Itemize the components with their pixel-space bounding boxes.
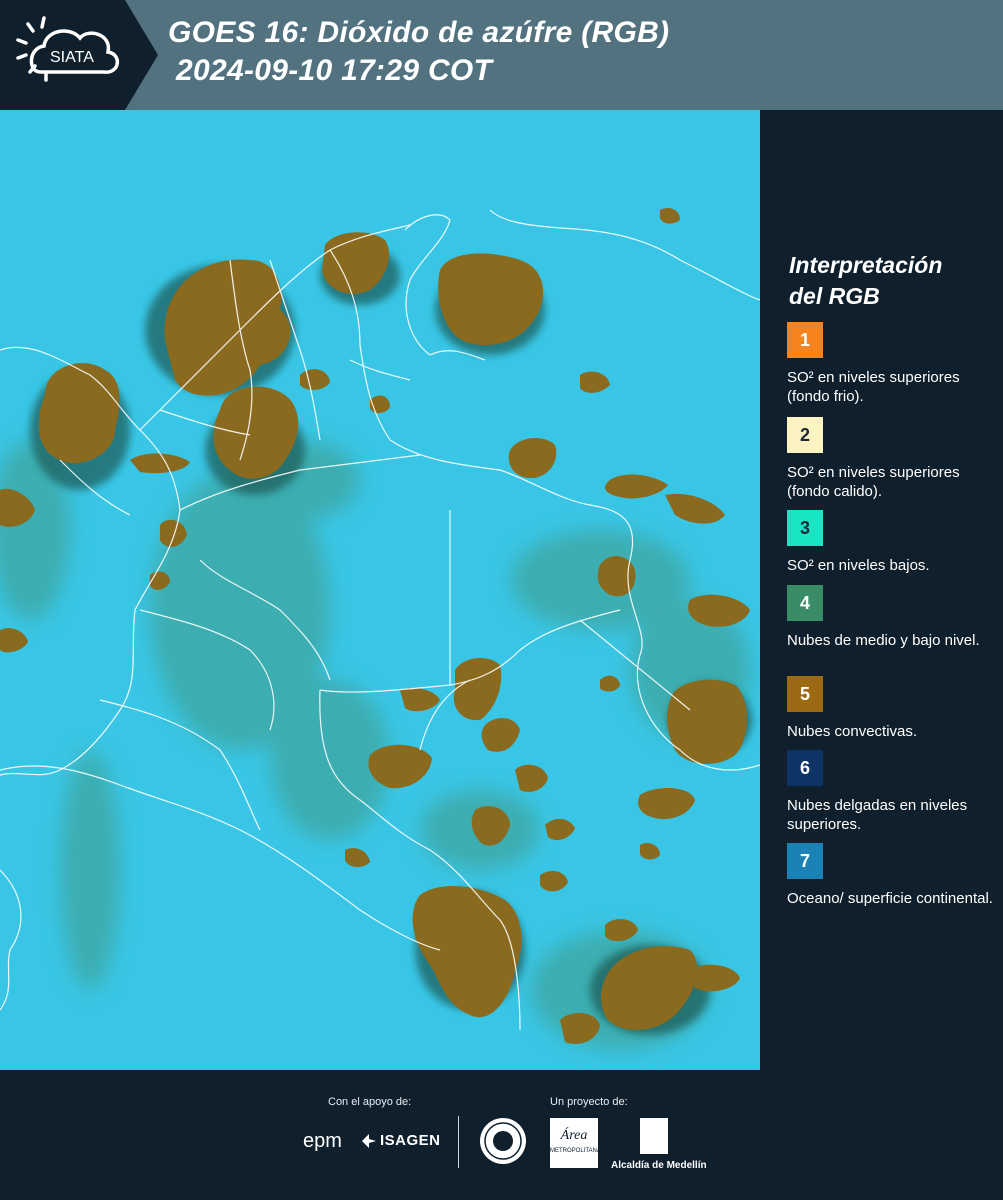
area-logo-text: Área xyxy=(560,1128,588,1143)
legend-swatch-5: 5 xyxy=(787,676,823,712)
epm-logo: epm xyxy=(303,1130,342,1152)
legend-item-3: 3 SO² en niveles bajos. xyxy=(787,510,997,575)
legend-item-2: 2 SO² en niveles superiores (fondo calid… xyxy=(787,417,997,501)
legend-title-line2: del RGB xyxy=(789,283,880,309)
legend-item-6: 6 Nubes delgadas en niveles superiores. xyxy=(787,750,997,834)
support-caption: Con el apoyo de: xyxy=(328,1096,412,1108)
legend-swatch-3: 3 xyxy=(787,510,823,546)
university-seal-icon xyxy=(480,1118,526,1164)
satellite-map[interactable] xyxy=(0,110,760,1070)
isagen-icon xyxy=(362,1134,376,1148)
legend-swatch-4: 4 xyxy=(787,585,823,621)
legend-label-5: Nubes convectivas. xyxy=(787,723,918,740)
area-metropolitana-logo: Área METROPOLITANA xyxy=(550,1118,601,1168)
legend-item-4: 4 Nubes de medio y bajo nivel. xyxy=(787,585,997,650)
timestamp: 2024-09-10 17:29 COT xyxy=(176,54,493,87)
legend-label-2: SO² en niveles superiores (fondo calido)… xyxy=(787,464,960,500)
legend-swatch-1: 1 xyxy=(787,322,823,358)
legend-item-7: 7 Oceano/ superficie continental. xyxy=(787,843,997,908)
legend-label-4: Nubes de medio y bajo nivel. xyxy=(787,632,980,649)
isagen-logo: ISAGEN xyxy=(380,1132,441,1149)
project-caption: Un proyecto de: xyxy=(550,1096,628,1108)
area-logo-subtext: METROPOLITANA xyxy=(550,1148,601,1154)
legend-title: Interpretación del RGB xyxy=(789,250,989,312)
header-bar: SIATA GOES 16: Dióxido de azúfre (RGB) 2… xyxy=(0,0,1003,110)
legend-swatch-6: 6 xyxy=(787,750,823,786)
footer-divider xyxy=(458,1116,459,1168)
legend-swatch-7: 7 xyxy=(787,843,823,879)
legend-label-6: Nubes delgadas en niveles superiores. xyxy=(787,797,968,833)
siata-logo-text: SIATA xyxy=(50,49,94,66)
legend-item-5: 5 Nubes convectivas. xyxy=(787,676,997,741)
legend-item-1: 1 SO² en niveles superiores (fondo frio)… xyxy=(787,322,997,406)
legend-label-7: Oceano/ superficie continental. xyxy=(787,890,993,907)
legend-label-3: SO² en niveles bajos. xyxy=(787,557,930,574)
legend-label-1: SO² en niveles superiores (fondo frio). xyxy=(787,369,960,405)
alcaldia-logo-text: Alcaldía de Medellín xyxy=(611,1160,707,1171)
legend-title-line1: Interpretación xyxy=(789,252,943,278)
siata-logo: SIATA xyxy=(0,0,158,110)
legend-panel: Interpretación del RGB 1 SO² en niveles … xyxy=(760,110,1003,1070)
legend-swatch-2: 2 xyxy=(787,417,823,453)
page-title: GOES 16: Dióxido de azúfre (RGB) xyxy=(168,16,670,49)
alcaldia-shield-icon xyxy=(640,1118,668,1154)
footer: Con el apoyo de: Un proyecto de: epm ISA… xyxy=(0,1070,1003,1200)
